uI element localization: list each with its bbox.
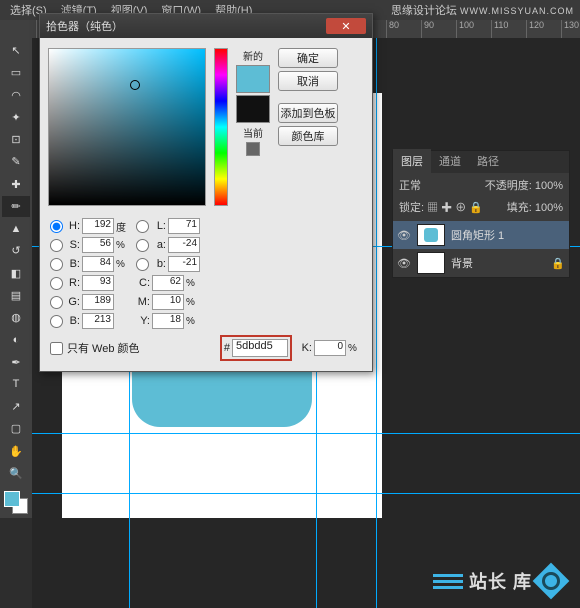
color-picker-dialog: 拾色器（纯色） ✕ 新的 当前 确定 取消 添加到色板 颜色库 H:192度 L… xyxy=(39,13,373,372)
tab-layers[interactable]: 图层 xyxy=(393,149,431,173)
lock-icon: 🔒 xyxy=(551,257,565,270)
ok-button[interactable]: 确定 xyxy=(278,48,338,68)
h-input[interactable]: 192 xyxy=(82,218,114,234)
k-input[interactable]: 0 xyxy=(314,340,346,356)
wand-tool[interactable]: ✦ xyxy=(2,107,30,128)
marquee-tool[interactable]: ▭ xyxy=(2,62,30,83)
type-tool[interactable]: T xyxy=(2,374,30,395)
crop-tool[interactable]: ⊡ xyxy=(2,129,30,150)
s-input[interactable]: 56 xyxy=(82,237,114,253)
logo-stripes-icon xyxy=(433,573,463,589)
opacity-label: 不透明度: xyxy=(485,180,532,192)
hash-label: # xyxy=(224,342,230,354)
b2-input[interactable]: 213 xyxy=(82,313,114,329)
l-input[interactable]: 71 xyxy=(168,218,200,234)
eraser-tool[interactable]: ◧ xyxy=(2,263,30,284)
current-color-swatch[interactable] xyxy=(236,95,270,123)
brush-tool[interactable]: ✏ xyxy=(2,196,30,217)
zoom-tool[interactable]: 🔍 xyxy=(2,463,30,484)
fill-value[interactable]: 100% xyxy=(535,202,563,214)
layer-name[interactable]: 圆角矩形 1 xyxy=(451,227,565,243)
layer-thumb xyxy=(417,224,445,246)
a-radio[interactable] xyxy=(136,239,149,252)
r-input[interactable]: 93 xyxy=(82,275,114,291)
h-radio[interactable] xyxy=(50,220,63,233)
blend-mode[interactable]: 正常 xyxy=(399,177,421,193)
footer-logo: 站长 库 xyxy=(433,568,564,594)
dialog-titlebar[interactable]: 拾色器（纯色） ✕ xyxy=(40,14,372,38)
dialog-title: 拾色器（纯色） xyxy=(46,18,326,34)
eyedropper-tool[interactable]: ✎ xyxy=(2,151,30,172)
stamp-tool[interactable]: ▲ xyxy=(2,218,30,239)
pen-tool[interactable]: ✒ xyxy=(2,352,30,373)
layer-row[interactable]: 👁 背景 🔒 xyxy=(393,249,569,277)
visibility-icon[interactable]: 👁 xyxy=(397,257,411,270)
cancel-button[interactable]: 取消 xyxy=(278,71,338,91)
b-input[interactable]: 84 xyxy=(82,256,114,272)
layer-row[interactable]: 👁 圆角矩形 1 xyxy=(393,221,569,249)
layer-name[interactable]: 背景 xyxy=(451,255,545,271)
warning-icon[interactable] xyxy=(246,142,260,156)
dodge-tool[interactable]: ◐ xyxy=(2,329,30,350)
heal-tool[interactable]: ✚ xyxy=(2,174,30,195)
hex-highlight: # 5dbdd5 xyxy=(220,335,292,361)
new-label: 新的 xyxy=(243,48,263,63)
layer-list: 👁 圆角矩形 1 👁 背景 🔒 xyxy=(393,221,569,277)
hue-slider[interactable] xyxy=(214,48,228,206)
g-radio[interactable] xyxy=(50,296,63,309)
tab-channels[interactable]: 通道 xyxy=(431,149,469,173)
fill-label: 填充: xyxy=(507,202,532,214)
b2-radio[interactable] xyxy=(50,315,63,328)
visibility-icon[interactable]: 👁 xyxy=(397,229,411,242)
color-lib-button[interactable]: 颜色库 xyxy=(278,126,338,146)
m-input[interactable]: 10 xyxy=(152,294,184,310)
hex-input[interactable]: 5dbdd5 xyxy=(232,339,288,357)
close-icon[interactable]: ✕ xyxy=(326,18,366,34)
r-radio[interactable] xyxy=(50,277,63,290)
l-radio[interactable] xyxy=(136,220,149,233)
b-radio[interactable] xyxy=(50,258,63,271)
bb-input[interactable]: -21 xyxy=(168,256,200,272)
path-tool[interactable]: ↗ xyxy=(2,396,30,417)
panel-tabs: 图层 通道 路径 xyxy=(393,151,569,173)
layer-thumb xyxy=(417,252,445,274)
fg-color[interactable] xyxy=(4,491,20,507)
new-color-swatch xyxy=(236,65,270,93)
blur-tool[interactable]: ◍ xyxy=(2,307,30,328)
bb-radio[interactable] xyxy=(136,258,149,271)
move-tool[interactable]: ↖ xyxy=(2,40,30,61)
logo-diamond-icon xyxy=(533,563,570,600)
hand-tool[interactable]: ✋ xyxy=(2,441,30,462)
a-input[interactable]: -24 xyxy=(168,237,200,253)
guide-horizontal[interactable] xyxy=(32,493,580,494)
lasso-tool[interactable]: ◠ xyxy=(2,85,30,106)
web-only-checkbox[interactable]: 只有 Web 颜色 xyxy=(50,340,140,356)
tab-paths[interactable]: 路径 xyxy=(469,149,507,173)
lock-label: 锁定: xyxy=(399,202,424,214)
history-brush-tool[interactable]: ↺ xyxy=(2,240,30,261)
current-label: 当前 xyxy=(243,125,263,140)
color-swatch[interactable] xyxy=(2,489,30,516)
add-swatch-button[interactable]: 添加到色板 xyxy=(278,103,338,123)
toolbar: ↖ ▭ ◠ ✦ ⊡ ✎ ✚ ✏ ▲ ↺ ◧ ▤ ◍ ◐ ✒ T ↗ ▢ ✋ 🔍 xyxy=(0,38,32,518)
sv-cursor[interactable] xyxy=(130,80,140,90)
y-input[interactable]: 18 xyxy=(152,313,184,329)
g-input[interactable]: 189 xyxy=(82,294,114,310)
shape-tool[interactable]: ▢ xyxy=(2,418,30,439)
guide-horizontal[interactable] xyxy=(32,433,580,434)
layers-panel: 图层 通道 路径 正常 不透明度: 100% 锁定: ▦ ✚ ⊕ 🔒 填充: 1… xyxy=(392,150,570,278)
c-input[interactable]: 62 xyxy=(152,275,184,291)
watermark: 思缘设计论坛 WWW.MISSYUAN.COM xyxy=(391,2,574,18)
color-fields: H:192度 L:71 S:56% a:-24 B:84% b:-21 R:93… xyxy=(40,218,372,371)
sv-picker[interactable] xyxy=(48,48,206,206)
opacity-value[interactable]: 100% xyxy=(535,180,563,192)
guide-vertical[interactable] xyxy=(376,38,377,608)
gradient-tool[interactable]: ▤ xyxy=(2,285,30,306)
s-radio[interactable] xyxy=(50,239,63,252)
